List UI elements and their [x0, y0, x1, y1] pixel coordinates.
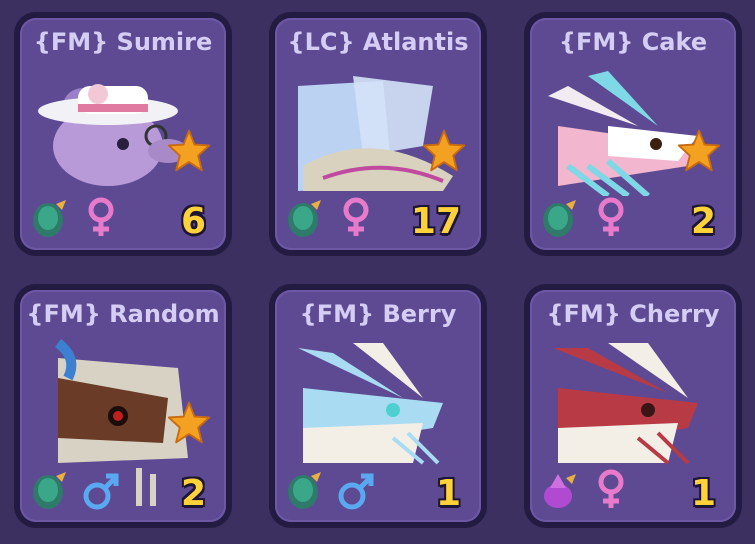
ocean-egg-icon	[288, 472, 321, 509]
pet-count: 1	[690, 473, 716, 514]
star-icon	[677, 129, 721, 172]
pet-card-body: {FM} Random 2	[20, 290, 226, 522]
stat-bars-icon	[136, 468, 156, 506]
pet-card-body: {FM} Cherry 1	[530, 290, 736, 522]
pet-card-body: {FM} Cake 2	[530, 18, 736, 250]
ocean-egg-icon	[543, 200, 576, 237]
star-icon	[167, 129, 211, 172]
pet-name: {FM} Cake	[558, 28, 708, 56]
pet-count: 2	[690, 201, 716, 242]
pet-count: 17	[410, 201, 461, 242]
ocean-egg-icon	[33, 200, 66, 237]
pet-inventory-grid: {FM} Sumire 6 {LC} Atlantis 17 {FM} Cake…	[0, 0, 755, 544]
pet-card-sumire[interactable]: {FM} Sumire 6	[14, 12, 232, 256]
pet-card-cherry[interactable]: {FM} Cherry 1	[524, 284, 742, 528]
male-icon	[338, 473, 374, 510]
pet-name: {FM} Berry	[299, 300, 457, 328]
purple-dragon-egg-icon	[544, 474, 576, 508]
pet-count: 6	[180, 201, 206, 242]
pet-name: {FM} Cherry	[546, 300, 720, 328]
female-icon	[343, 197, 369, 236]
pet-count: 1	[435, 473, 461, 514]
pet-card-cake[interactable]: {FM} Cake 2	[524, 12, 742, 256]
ocean-egg-icon	[288, 200, 321, 237]
pet-name: {LC} Atlantis	[287, 28, 469, 56]
pet-count: 2	[180, 473, 206, 514]
light-blue-dragon-art	[298, 343, 443, 465]
pet-card-berry[interactable]: {FM} Berry 1	[269, 284, 487, 528]
male-icon	[83, 473, 119, 510]
star-icon	[422, 129, 466, 172]
star-icon	[167, 401, 211, 444]
pet-name: {FM} Random	[26, 300, 220, 328]
female-icon	[88, 197, 114, 236]
pet-card-body: {FM} Berry 1	[275, 290, 481, 522]
pet-card-body: {LC} Atlantis 17	[275, 18, 481, 250]
pet-card-atlantis[interactable]: {LC} Atlantis 17	[269, 12, 487, 256]
red-white-dragon-art	[553, 343, 698, 465]
pet-name: {FM} Sumire	[33, 28, 213, 56]
female-icon	[598, 197, 624, 236]
pet-card-body: {FM} Sumire 6	[20, 18, 226, 250]
female-icon	[598, 469, 624, 508]
pet-card-random[interactable]: {FM} Random 2	[14, 284, 232, 528]
ocean-egg-icon	[33, 472, 66, 509]
